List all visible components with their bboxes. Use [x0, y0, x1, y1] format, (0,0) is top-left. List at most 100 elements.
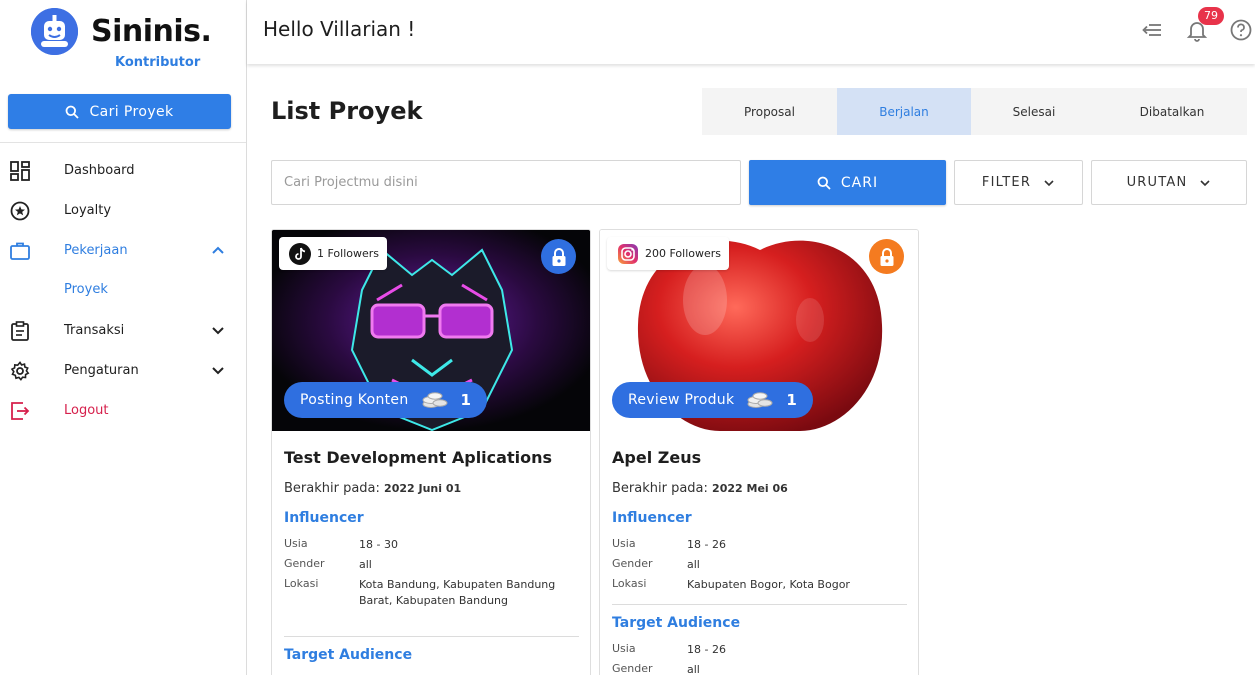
location-value: Kota Bandung, Kabupaten Bandung Barat, K… — [359, 578, 556, 607]
find-project-button[interactable]: Cari Proyek — [8, 94, 231, 129]
instagram-icon — [618, 243, 638, 264]
search-icon — [66, 105, 80, 119]
gender-value: all — [687, 663, 700, 675]
collapse-menu-icon[interactable] — [1140, 18, 1164, 42]
category-pill: Posting Konten 1 — [284, 382, 488, 418]
location-label: Lokasi — [284, 577, 319, 590]
lock-icon — [869, 239, 904, 274]
gender-value: all — [687, 558, 700, 571]
followers-count: 200 Followers — [645, 247, 722, 260]
sidebar-item-pekerjaan[interactable]: Pekerjaan — [0, 232, 246, 268]
followers-count: 1 Followers — [317, 247, 380, 260]
coins-icon — [422, 392, 447, 408]
followers-badge: 200 Followers — [607, 237, 730, 270]
gender-label: Gender — [284, 557, 325, 570]
search-button[interactable]: CARI — [749, 160, 946, 205]
lock-icon — [541, 239, 576, 274]
sidebar-divider — [0, 142, 246, 143]
influencer-heading: Influencer — [284, 510, 364, 526]
card-divider — [284, 636, 579, 637]
page-title: List Proyek — [271, 97, 423, 125]
tab-selesai[interactable]: Selesai — [971, 88, 1097, 135]
sort-label: URUTAN — [1126, 175, 1188, 190]
status-tabs: Proposal Berjalan Selesai Dibatalkan — [702, 88, 1247, 135]
age-value: 18 - 26 — [687, 538, 726, 551]
sidebar-item-label: Dashboard — [64, 163, 135, 178]
project-title: Apel Zeus — [612, 448, 702, 467]
project-title: Test Development Aplications — [284, 448, 552, 467]
age-label: Usia — [612, 642, 636, 655]
end-date-value: 2022 Juni 01 — [384, 482, 462, 495]
end-date: Berakhir pada: 2022 Juni 01 — [284, 481, 461, 496]
logout-icon — [11, 402, 30, 420]
gender-value: all — [359, 558, 372, 571]
age-label: Usia — [612, 537, 636, 550]
notification-badge: 79 — [1198, 7, 1224, 25]
project-image: 1 Followers Posting Konten 1 — [272, 230, 590, 431]
card-divider — [612, 604, 907, 605]
robot-logo-icon — [31, 8, 78, 55]
clipboard-icon — [11, 321, 29, 341]
category-pill: Review Produk 1 — [612, 382, 814, 418]
filter-dropdown[interactable]: FILTER — [954, 160, 1083, 205]
briefcase-icon — [10, 242, 30, 260]
gender-label: Gender — [612, 662, 653, 675]
sidebar: Sininis. Kontributor Cari Proyek Dashboa… — [0, 0, 247, 675]
gender-label: Gender — [612, 557, 653, 570]
coin-count: 1 — [786, 391, 798, 409]
brand-name: Sininis. — [91, 14, 212, 49]
project-search-input[interactable] — [271, 160, 741, 205]
tab-proposal[interactable]: Proposal — [702, 88, 837, 135]
end-date-value: 2022 Mei 06 — [712, 482, 788, 495]
age-value: 18 - 26 — [687, 643, 726, 656]
sidebar-item-label: Transaksi — [64, 323, 125, 338]
help-icon[interactable] — [1229, 18, 1253, 42]
sidebar-item-loyalty[interactable]: Loyalty — [0, 192, 246, 228]
top-header: Hello Villarian ! 79 — [247, 0, 1255, 64]
sidebar-item-label: Pengaturan — [64, 363, 139, 378]
location-label: Lokasi — [612, 577, 647, 590]
tab-berjalan[interactable]: Berjalan — [837, 88, 971, 135]
project-card[interactable]: 200 Followers Review Produk 1 Apel Zeus … — [599, 229, 919, 675]
location-value: Kabupaten Bogor, Kota Bogor — [687, 578, 850, 591]
end-date: Berakhir pada: 2022 Mei 06 — [612, 481, 788, 496]
age-value: 18 - 30 — [359, 538, 398, 551]
tab-dibatalkan[interactable]: Dibatalkan — [1097, 88, 1247, 135]
category-label: Review Produk — [628, 392, 735, 408]
search-icon — [817, 176, 831, 190]
age-label: Usia — [284, 537, 308, 550]
sidebar-item-transaksi[interactable]: Transaksi — [0, 312, 246, 348]
sidebar-item-label: Pekerjaan — [64, 243, 128, 258]
sidebar-item-label: Logout — [64, 403, 109, 418]
star-circle-icon — [10, 201, 30, 221]
coin-count: 1 — [460, 391, 472, 409]
sidebar-item-dashboard[interactable]: Dashboard — [0, 152, 246, 188]
gear-icon — [10, 361, 30, 381]
project-image: 200 Followers Review Produk 1 — [600, 230, 918, 431]
end-date-label: Berakhir pada: — [284, 481, 380, 496]
search-button-label: CARI — [840, 174, 879, 191]
coins-icon — [747, 392, 773, 408]
find-project-label: Cari Proyek — [89, 103, 174, 120]
chevron-down-icon — [212, 327, 224, 335]
chevron-down-icon — [212, 367, 224, 375]
target-audience-heading: Target Audience — [612, 615, 741, 631]
greeting-text: Hello Villarian ! — [263, 17, 416, 41]
sidebar-item-pengaturan[interactable]: Pengaturan — [0, 352, 246, 388]
end-date-label: Berakhir pada: — [612, 481, 708, 496]
brand-logo[interactable]: Sininis. Kontributor — [31, 8, 231, 72]
filter-label: FILTER — [981, 175, 1032, 190]
sort-dropdown[interactable]: URUTAN — [1091, 160, 1247, 205]
chevron-down-icon — [1200, 179, 1210, 186]
tiktok-icon — [289, 242, 311, 265]
chevron-down-icon — [1044, 179, 1054, 186]
target-audience-heading: Target Audience — [284, 647, 413, 663]
category-label: Posting Konten — [300, 392, 409, 408]
project-card[interactable]: 1 Followers Posting Konten 1 Test Develo… — [271, 229, 591, 675]
sidebar-subitem-proyek[interactable]: Proyek — [64, 282, 108, 297]
sidebar-item-label: Loyalty — [64, 203, 112, 218]
chevron-up-icon — [212, 246, 224, 254]
followers-badge: 1 Followers — [279, 237, 388, 270]
influencer-heading: Influencer — [612, 510, 692, 526]
sidebar-item-logout[interactable]: Logout — [0, 392, 246, 428]
